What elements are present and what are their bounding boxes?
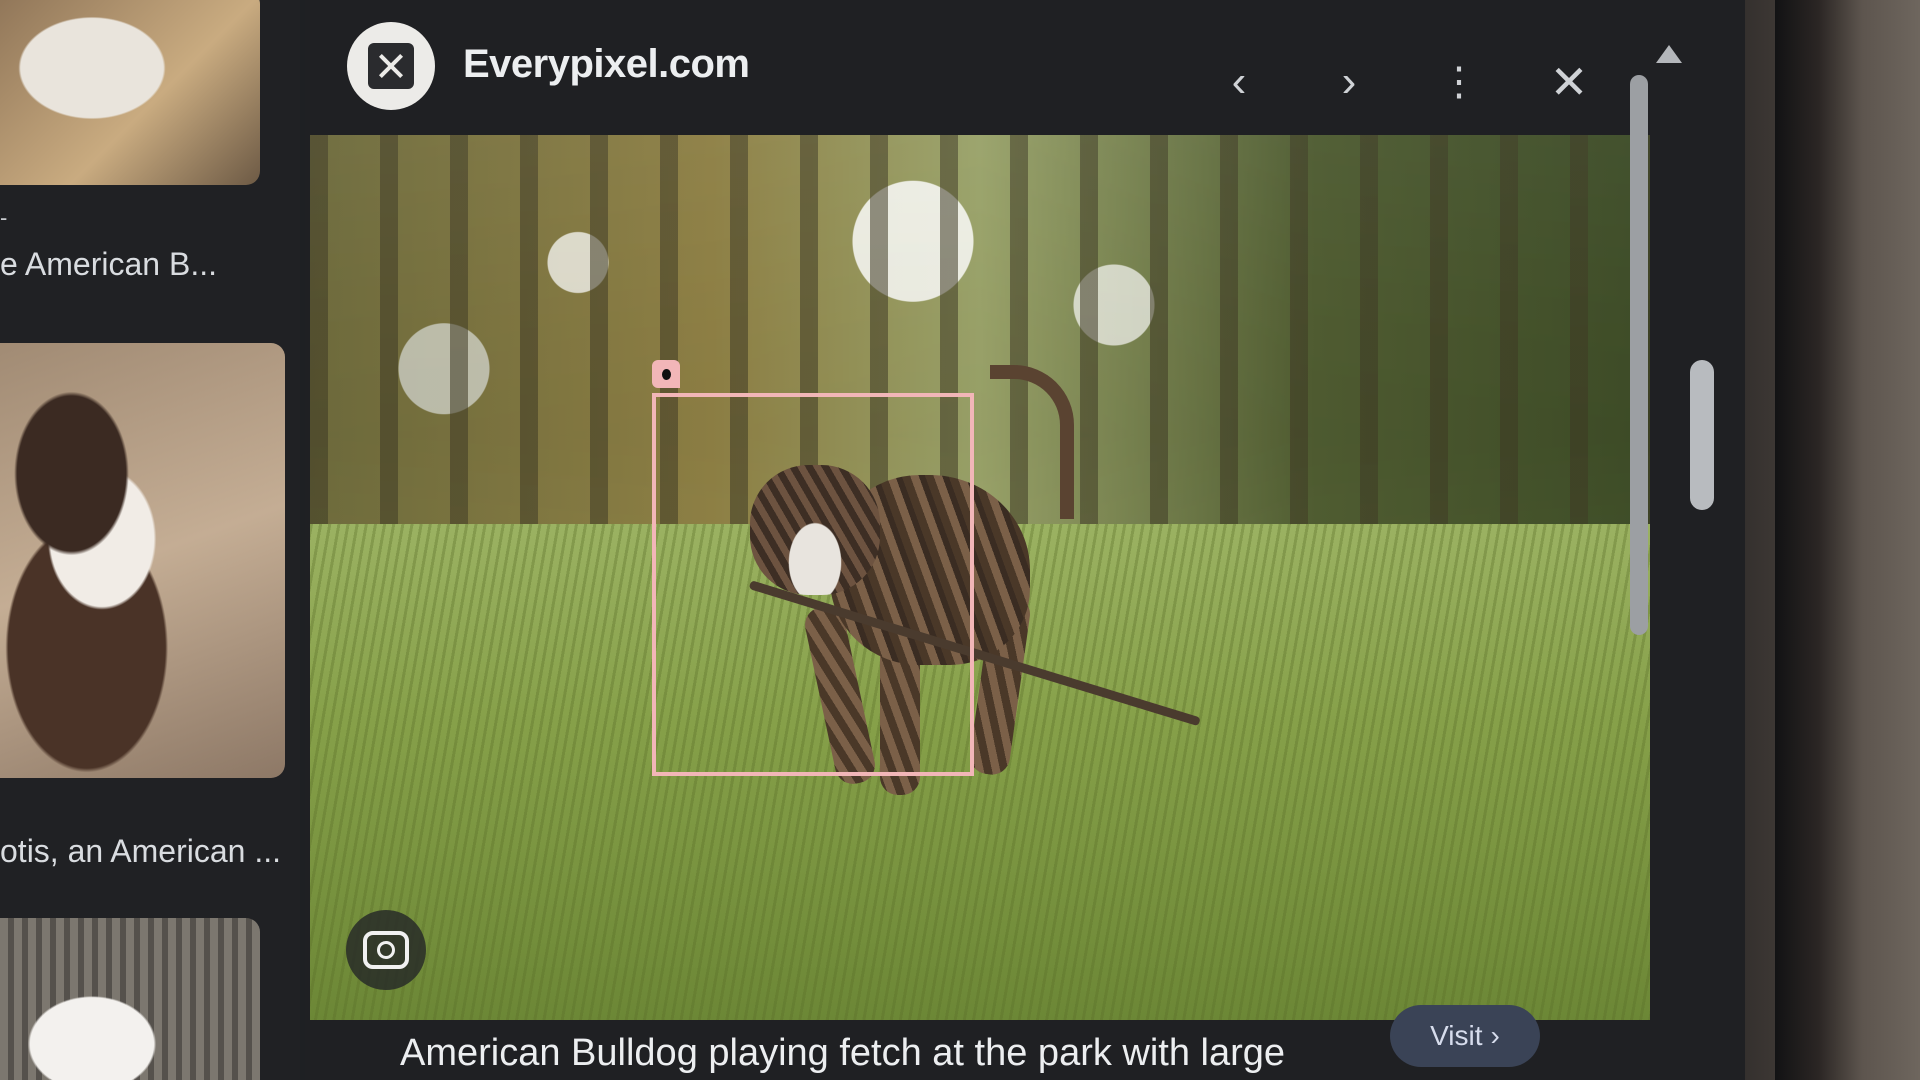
dog-tail (990, 365, 1074, 519)
result-thumbnail[interactable] (0, 918, 260, 1080)
lens-search-icon[interactable] (346, 910, 426, 990)
object-selection-box[interactable] (652, 393, 974, 776)
source-site-name[interactable]: Everypixel.com (463, 42, 750, 87)
scroll-up-arrow-icon[interactable] (1656, 45, 1682, 63)
image-caption: American Bulldog playing fetch at the pa… (400, 1032, 1286, 1074)
chevron-left-icon[interactable]: ‹ (1215, 58, 1263, 106)
page-scrollbar-thumb[interactable] (1690, 360, 1714, 510)
image-results-column: - e American B... otis, an American ... (0, 0, 300, 1080)
site-logo-icon[interactable] (347, 22, 435, 110)
screen: - e American B... otis, an American ... … (0, 0, 1920, 1080)
chevron-right-icon: › (1490, 1020, 1500, 1051)
result-thumbnail[interactable] (0, 0, 260, 185)
viewer-header: Everypixel.com ‹ › ⋮ ✕ (305, 0, 1745, 135)
result-caption[interactable]: otis, an American ... (0, 833, 281, 870)
result-thumbnail[interactable] (0, 343, 285, 778)
preview-image[interactable] (310, 135, 1650, 1020)
monitor-bezel (1775, 0, 1920, 1080)
viewer-scrollbar[interactable] (1630, 75, 1648, 635)
visit-label: Visit (1430, 1020, 1483, 1051)
selection-handle-icon[interactable] (652, 360, 680, 388)
result-caption[interactable]: e American B... (0, 246, 217, 283)
chevron-right-icon[interactable]: › (1325, 58, 1373, 106)
close-icon[interactable]: ✕ (1545, 58, 1593, 106)
result-source-label: - (0, 205, 8, 230)
more-options-icon[interactable]: ⋮ (1435, 58, 1483, 106)
image-viewer-panel: Everypixel.com ‹ › ⋮ ✕ American Bulldog … (305, 0, 1745, 1080)
visit-button[interactable]: Visit › (1390, 1005, 1540, 1067)
